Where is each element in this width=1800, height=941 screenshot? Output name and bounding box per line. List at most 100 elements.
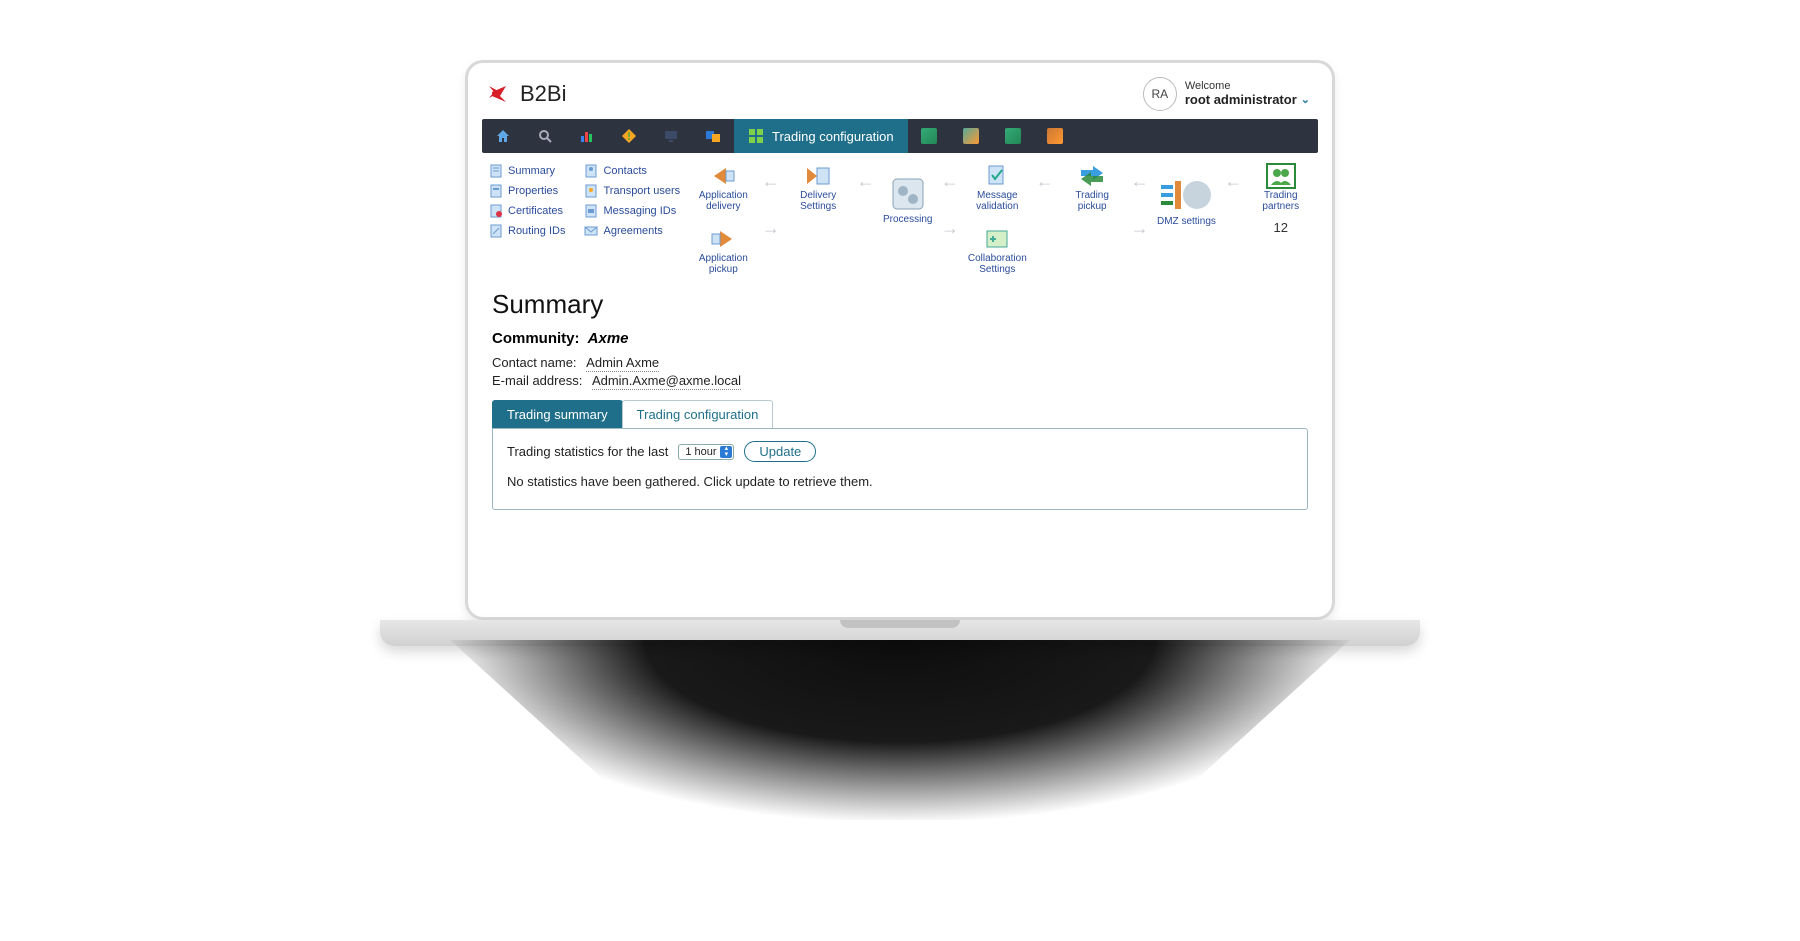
laptop-frame: B2Bi RA Welcome root administrator ⌄ bbox=[465, 60, 1335, 820]
brand-logo-icon bbox=[486, 82, 510, 106]
doc-icon bbox=[488, 223, 504, 239]
nav-module-2-icon[interactable] bbox=[950, 119, 992, 153]
users-icon bbox=[583, 183, 599, 199]
flow-col-processing: Processing bbox=[883, 163, 932, 226]
arrow-right-icon bbox=[708, 226, 738, 252]
nav-module-1-icon[interactable] bbox=[908, 119, 950, 153]
user-text: Welcome root administrator ⌄ bbox=[1185, 80, 1310, 108]
avatar: RA bbox=[1143, 77, 1177, 111]
link-summary[interactable]: Summary bbox=[488, 163, 565, 179]
header-bar: B2Bi RA Welcome root administrator ⌄ bbox=[482, 75, 1318, 119]
link-certificates[interactable]: Certificates bbox=[488, 203, 565, 219]
contact-icon bbox=[583, 163, 599, 179]
contact-label: Contact name: bbox=[492, 355, 577, 370]
link-transport-users[interactable]: Transport users bbox=[583, 183, 680, 199]
msg-icon bbox=[583, 203, 599, 219]
nav-monitor-icon[interactable] bbox=[650, 119, 692, 153]
trading-summary-panel: Trading statistics for the last 1 hour U… bbox=[492, 428, 1308, 510]
node-app-pickup[interactable]: Application pickup bbox=[693, 226, 753, 275]
node-app-delivery[interactable]: Application delivery bbox=[693, 163, 753, 212]
nav-module-4-icon[interactable] bbox=[1034, 119, 1076, 153]
link-contacts[interactable]: Contacts bbox=[583, 163, 680, 179]
nav-alert-icon[interactable] bbox=[608, 119, 650, 153]
content-area: Summary Community: Axme Contact name: Ad… bbox=[482, 281, 1318, 514]
nav-search-icon[interactable] bbox=[524, 119, 566, 153]
app-title: B2Bi bbox=[520, 81, 566, 107]
nav-module-3-icon[interactable] bbox=[992, 119, 1034, 153]
period-select[interactable]: 1 hour bbox=[678, 444, 734, 460]
node-trading-partners[interactable]: Trading partners bbox=[1251, 163, 1311, 212]
doc-icon bbox=[488, 183, 504, 199]
stepper-icon bbox=[720, 446, 732, 458]
node-delivery-settings[interactable]: Delivery Settings bbox=[788, 163, 848, 212]
main-navbar: Trading configuration bbox=[482, 119, 1318, 153]
partners-icon bbox=[1266, 163, 1296, 189]
exchange-icon bbox=[1077, 163, 1107, 189]
email-value[interactable]: Admin.Axme@axme.local bbox=[592, 373, 741, 390]
flow-col-trading-pickup: Trading pickup bbox=[1062, 163, 1122, 212]
period-value: 1 hour bbox=[685, 446, 716, 458]
envelope-icon bbox=[583, 223, 599, 239]
gears-icon bbox=[889, 175, 927, 213]
workflow-link-columns: Summary Properties Certificates Routing … bbox=[488, 163, 680, 239]
workflow-link-col-1: Summary Properties Certificates Routing … bbox=[488, 163, 565, 239]
brand: B2Bi bbox=[486, 81, 566, 107]
community-label: Community: bbox=[492, 330, 580, 347]
arrow-icon: ← bbox=[1220, 163, 1246, 192]
page-title: Summary bbox=[492, 289, 1308, 320]
stats-empty-message: No statistics have been gathered. Click … bbox=[507, 474, 1293, 489]
firewall-cloud-icon bbox=[1159, 175, 1213, 215]
welcome-label: Welcome bbox=[1185, 80, 1310, 93]
collab-icon bbox=[982, 226, 1012, 252]
trading-partners-count: 12 bbox=[1274, 220, 1288, 235]
node-processing[interactable]: Processing bbox=[883, 175, 932, 226]
doc-icon bbox=[488, 163, 504, 179]
laptop-shadow bbox=[450, 640, 1350, 820]
nav-chart-icon[interactable] bbox=[566, 119, 608, 153]
flow-col-delivery: Delivery Settings bbox=[788, 163, 848, 212]
link-agreements[interactable]: Agreements bbox=[583, 223, 680, 239]
arrow-icon: ← bbox=[1032, 163, 1058, 192]
arrow-icon: ← bbox=[853, 163, 879, 192]
tab-trading-summary[interactable]: Trading summary bbox=[492, 400, 623, 428]
email-row: E-mail address: Admin.Axme@axme.local bbox=[492, 373, 1308, 388]
node-message-validation[interactable]: Message validation bbox=[967, 163, 1027, 212]
stats-controls: Trading statistics for the last 1 hour U… bbox=[507, 441, 1293, 462]
flow-col-msg: Message validation Collaboration Setting… bbox=[967, 163, 1027, 275]
email-label: E-mail address: bbox=[492, 373, 582, 388]
settings-box-icon bbox=[803, 163, 833, 189]
arrow-icon: ←→ bbox=[1127, 163, 1153, 239]
cert-icon bbox=[488, 203, 504, 219]
link-routing-ids[interactable]: Routing IDs bbox=[488, 223, 565, 239]
workflow-strip: Summary Properties Certificates Routing … bbox=[482, 153, 1318, 281]
contact-value[interactable]: Admin Axme bbox=[586, 355, 659, 372]
flow-col-app: Application delivery Application pickup bbox=[693, 163, 753, 275]
check-doc-icon bbox=[982, 163, 1012, 189]
nav-windows-icon[interactable] bbox=[692, 119, 734, 153]
flow-diagram: Application delivery Application pickup … bbox=[692, 163, 1312, 275]
nav-home-icon[interactable] bbox=[482, 119, 524, 153]
community-row: Community: Axme bbox=[492, 330, 1308, 347]
stats-prefix: Trading statistics for the last bbox=[507, 444, 668, 459]
arrow-icon: ←→ bbox=[758, 163, 784, 239]
tab-trading-configuration[interactable]: Trading configuration bbox=[622, 400, 774, 428]
link-properties[interactable]: Properties bbox=[488, 183, 565, 199]
nav-trading-config-label: Trading configuration bbox=[772, 129, 894, 144]
tabs: Trading summary Trading configuration bbox=[492, 400, 1308, 428]
flow-col-partners: Trading partners 12 bbox=[1251, 163, 1311, 235]
user-block[interactable]: RA Welcome root administrator ⌄ bbox=[1143, 77, 1310, 111]
flow-col-dmz: DMZ settings bbox=[1157, 163, 1216, 228]
arrow-icon: ←→ bbox=[937, 163, 963, 239]
app-screen: B2Bi RA Welcome root administrator ⌄ bbox=[465, 60, 1335, 620]
community-name: Axme bbox=[588, 330, 629, 347]
node-dmz-settings[interactable]: DMZ settings bbox=[1157, 175, 1216, 228]
contact-row: Contact name: Admin Axme bbox=[492, 355, 1308, 370]
node-collab-settings[interactable]: Collaboration Settings bbox=[967, 226, 1027, 275]
update-button[interactable]: Update bbox=[744, 441, 816, 462]
username[interactable]: root administrator ⌄ bbox=[1185, 93, 1310, 108]
node-trading-pickup[interactable]: Trading pickup bbox=[1062, 163, 1122, 212]
chevron-down-icon: ⌄ bbox=[1301, 94, 1310, 107]
nav-trading-config[interactable]: Trading configuration bbox=[734, 119, 908, 153]
arrow-left-icon bbox=[708, 163, 738, 189]
link-messaging-ids[interactable]: Messaging IDs bbox=[583, 203, 680, 219]
